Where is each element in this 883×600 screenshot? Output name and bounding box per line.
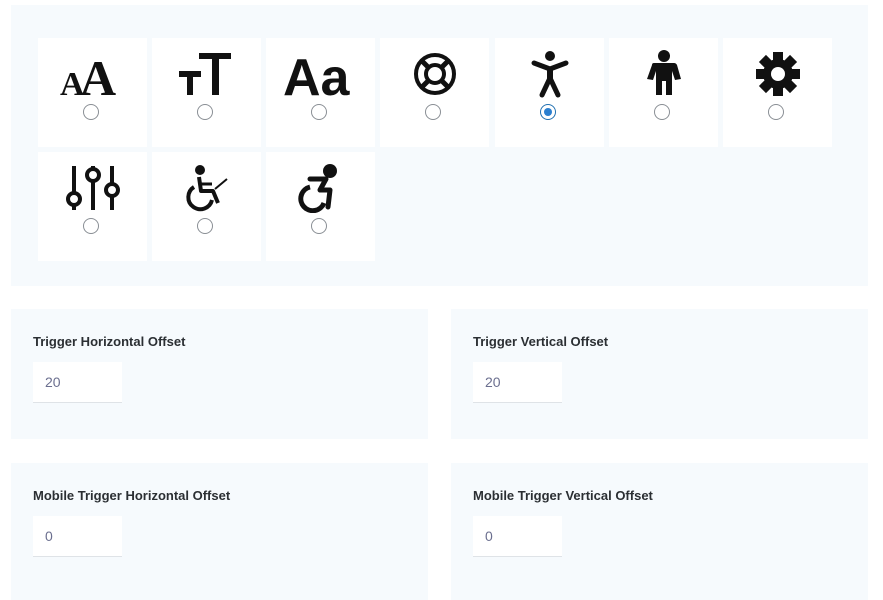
sliders-icon — [38, 160, 147, 216]
icon-option-lifebuoy[interactable] — [380, 38, 489, 147]
icon-option-active-wheelchair[interactable] — [266, 152, 375, 261]
icon-radio[interactable] — [768, 104, 784, 120]
svg-text:Aa: Aa — [283, 49, 351, 99]
text-size-tt-icon — [152, 46, 261, 102]
icon-radio[interactable] — [654, 104, 670, 120]
trigger-horizontal-offset-panel: Trigger Horizontal Offset — [11, 309, 428, 439]
active-wheelchair-icon — [266, 160, 375, 216]
icon-radio[interactable] — [83, 218, 99, 234]
trigger-vertical-offset-label: Trigger Vertical Offset — [473, 334, 609, 349]
icon-option-wheelchair[interactable] — [152, 152, 261, 261]
icon-option-text-size-aa[interactable]: A A — [38, 38, 147, 147]
icon-radio[interactable] — [83, 104, 99, 120]
lifebuoy-icon — [380, 46, 489, 102]
trigger-icon-panel: A A Aa — [11, 5, 868, 286]
trigger-vertical-offset-panel: Trigger Vertical Offset — [451, 309, 868, 439]
trigger-horizontal-offset-input[interactable] — [33, 362, 122, 403]
person-icon — [609, 46, 718, 102]
mobile-trigger-vertical-offset-label: Mobile Trigger Vertical Offset — [473, 488, 653, 503]
mobile-trigger-vertical-offset-panel: Mobile Trigger Vertical Offset — [451, 463, 868, 600]
wheelchair-icon — [152, 160, 261, 216]
svg-text:A: A — [80, 50, 116, 99]
icon-radio[interactable] — [425, 104, 441, 120]
icon-option-font-aa[interactable]: Aa — [266, 38, 375, 147]
icon-radio[interactable] — [311, 218, 327, 234]
icon-option-sliders[interactable] — [38, 152, 147, 261]
gear-icon — [723, 46, 832, 102]
icon-radio-selected[interactable] — [540, 104, 556, 120]
icon-option-gear[interactable] — [723, 38, 832, 147]
mobile-trigger-horizontal-offset-panel: Mobile Trigger Horizontal Offset — [11, 463, 428, 600]
mobile-trigger-vertical-offset-input[interactable] — [473, 516, 562, 557]
mobile-trigger-horizontal-offset-label: Mobile Trigger Horizontal Offset — [33, 488, 231, 503]
icon-option-person[interactable] — [609, 38, 718, 147]
icon-radio[interactable] — [311, 104, 327, 120]
trigger-horizontal-offset-label: Trigger Horizontal Offset — [33, 334, 186, 349]
font-aa-icon: Aa — [266, 46, 375, 102]
icon-radio[interactable] — [197, 218, 213, 234]
accessibility-person-icon — [495, 46, 604, 102]
trigger-vertical-offset-input[interactable] — [473, 362, 562, 403]
icon-radio[interactable] — [197, 104, 213, 120]
icon-option-text-size-tt[interactable] — [152, 38, 261, 147]
text-size-aa-icon: A A — [38, 46, 147, 102]
mobile-trigger-horizontal-offset-input[interactable] — [33, 516, 122, 557]
icon-option-accessibility-person[interactable] — [495, 38, 604, 147]
